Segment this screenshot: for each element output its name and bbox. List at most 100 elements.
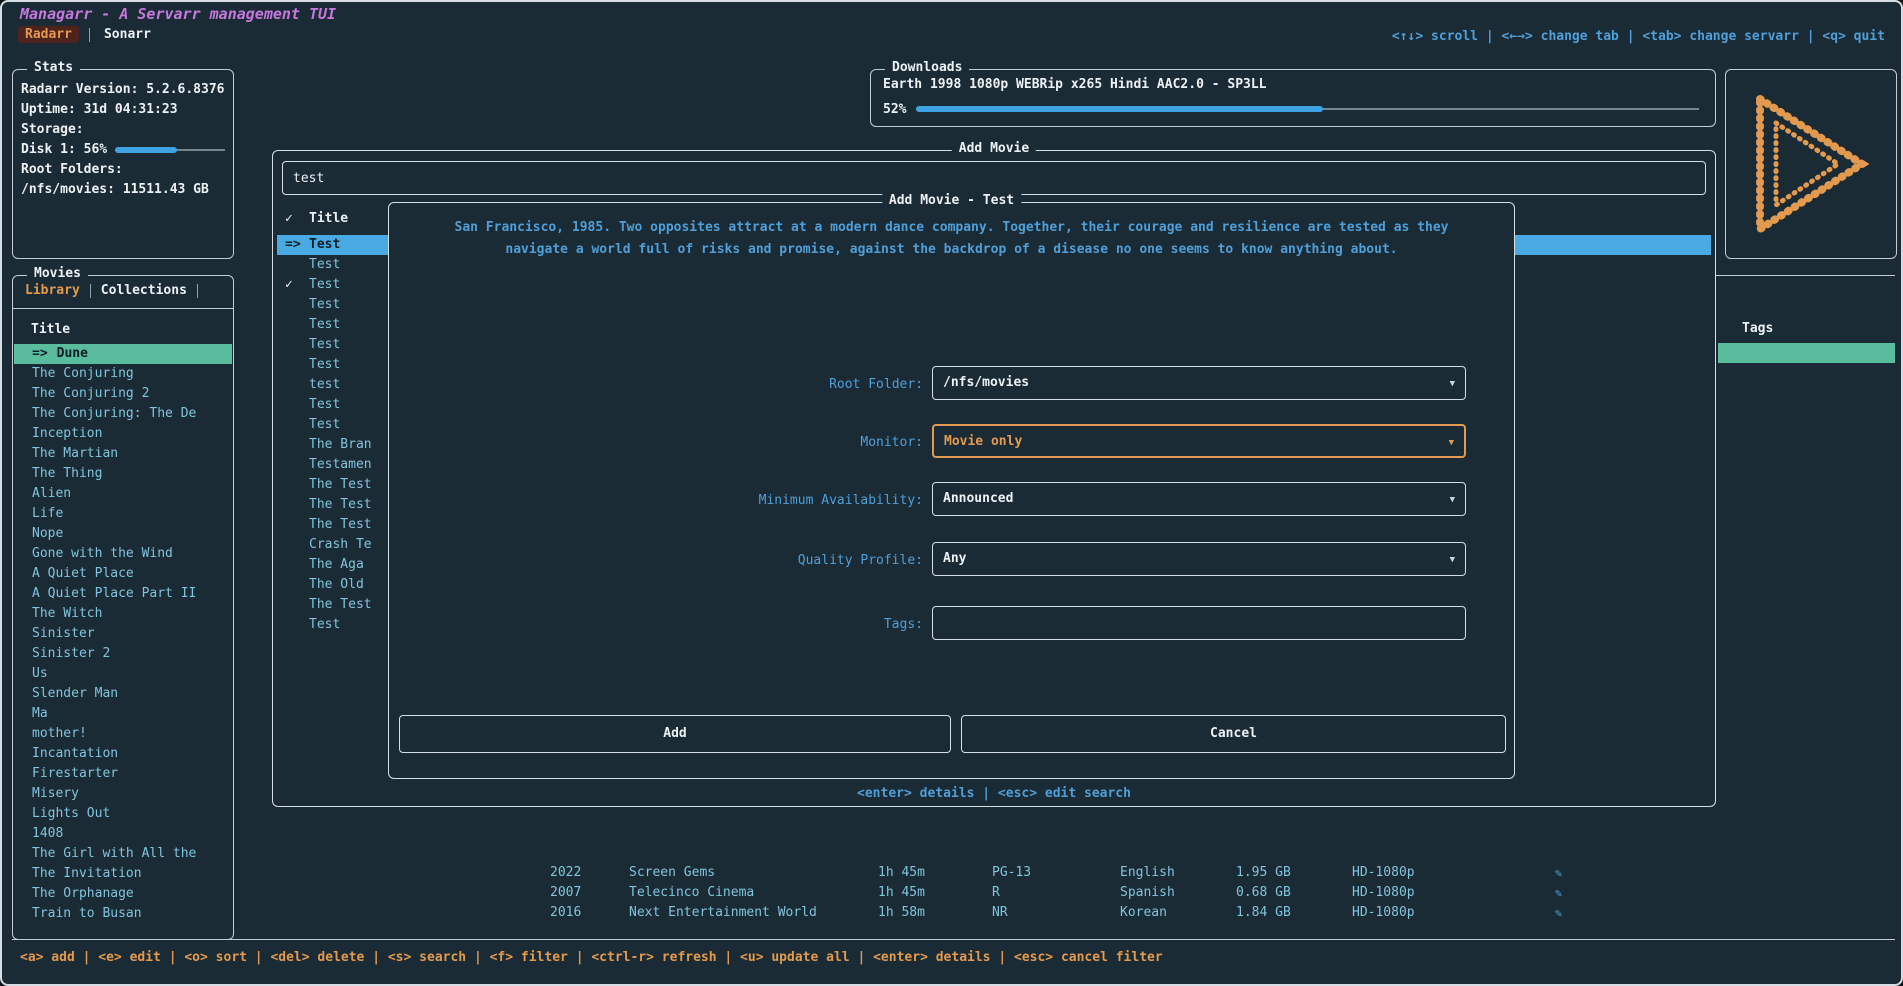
cell-certification: PG-13 [992,863,1120,883]
list-item[interactable]: => Dune [14,344,232,364]
check-icon [285,415,309,435]
top-keybinds-help: <↑↓> scroll | <←→> change tab | <tab> ch… [1392,29,1885,44]
list-item[interactable]: Misery [14,784,232,804]
cell-runtime: 1h 58m [878,903,992,923]
tab-radarr[interactable]: Radarr [18,26,79,43]
list-item[interactable]: Slender Man [14,684,232,704]
root-folder-size: /nfs/movies: 11511.43 GB [21,180,225,200]
list-item[interactable]: Ma [14,704,232,724]
logo-panel [1725,69,1897,259]
tab-library[interactable]: Library [25,283,80,298]
download-percent: 52% [883,102,906,117]
cell-size: 1.84 GB [1236,903,1352,923]
list-item[interactable]: The Conjuring 2 [14,384,232,404]
movie-title: Dune [57,346,88,361]
minimum-availability-value: Announced [943,483,1013,515]
table-row[interactable]: 2016 Next Entertainment World 1h 58m NR … [550,903,1562,923]
edit-icon: ✎ [1555,883,1562,903]
list-item[interactable]: The Thing [14,464,232,484]
list-item[interactable]: mother! [14,724,232,744]
movies-panel: Movies Library Collections Title =>Dune … [12,275,234,940]
list-item[interactable]: Alien [14,484,232,504]
list-item[interactable]: Us [14,664,232,684]
add-movie-popup-title: Add Movie [952,141,1036,156]
title-column-header: Title [31,322,70,337]
bottom-keybinds-help: <a> add | <e> edit | <o> sort | <del> de… [20,950,1163,965]
cell-size: 1.95 GB [1236,863,1352,883]
movie-overview: San Francisco, 1985. Two opposites attra… [452,217,1452,261]
check-icon [285,495,309,515]
movie-list: => Dune The Conjuring The Conjuring 2 The… [14,344,232,924]
disk-usage-label: Disk 1: 56% [21,140,107,160]
table-row[interactable]: 2022 Screen Gems 1h 45m PG-13 English 1.… [550,863,1562,883]
table-row[interactable]: 2007 Telecinco Cinema 1h 45m R Spanish 0… [550,883,1562,903]
root-folder-dropdown[interactable]: /nfs/movies ▼ [932,366,1466,400]
cell-language: Korean [1120,903,1236,923]
movie-search-input[interactable] [282,161,1706,195]
list-item[interactable]: Life [14,504,232,524]
add-button[interactable]: Add [399,715,951,753]
list-item[interactable]: A Quiet Place [14,564,232,584]
tab-separator [89,28,90,42]
check-icon [285,575,309,595]
list-item[interactable]: Incantation [14,744,232,764]
check-icon [285,615,309,635]
minimum-availability-dropdown[interactable]: Announced ▼ [932,482,1466,516]
stats-panel-title: Stats [27,60,80,75]
stats-panel: Stats Radarr Version: 5.2.6.8376 Uptime:… [12,69,234,259]
tags-label: Tags: [409,615,923,635]
chevron-down-icon: ▼ [1450,555,1455,565]
check-icon [285,555,309,575]
quality-profile-dropdown[interactable]: Any ▼ [932,542,1466,576]
monitor-dropdown[interactable]: Movie only ▼ [932,424,1466,458]
list-item[interactable]: The Martian [14,444,232,464]
downloads-panel-title: Downloads [885,60,969,75]
tags-input-box[interactable] [932,606,1466,640]
tab-collections[interactable]: Collections [101,283,187,298]
list-item[interactable]: The Witch [14,604,232,624]
list-item[interactable]: The Conjuring [14,364,232,384]
check-icon [285,375,309,395]
monitor-label: Monitor: [409,433,923,453]
divider [1716,275,1895,276]
cell-year: 2016 [550,903,629,923]
list-item[interactable]: Sinister [14,624,232,644]
cell-year: 2022 [550,863,629,883]
quality-profile-value: Any [943,543,966,575]
disk-usage-row: Disk 1: 56% [21,140,225,160]
storage-label: Storage: [21,120,225,140]
list-item[interactable]: A Quiet Place Part II [14,584,232,604]
tab-separator [90,284,91,298]
list-item[interactable]: The Girl with All the [14,844,232,864]
root-folder-label: Root Folder: [409,375,923,395]
chevron-down-icon: ▼ [1450,495,1455,505]
list-item[interactable]: Train to Busan [14,904,232,924]
list-item[interactable]: The Invitation [14,864,232,884]
check-icon [285,315,309,335]
check-icon [285,395,309,415]
list-item[interactable]: Inception [14,424,232,444]
cell-year: 2007 [550,883,629,903]
list-item[interactable]: 1408 [14,824,232,844]
check-icon [285,295,309,315]
cancel-button[interactable]: Cancel [961,715,1506,753]
list-item[interactable]: Firestarter [14,764,232,784]
list-item[interactable]: Lights Out [14,804,232,824]
downloads-panel: Downloads Earth 1998 1080p WEBRip x265 H… [870,69,1716,127]
edit-icon: ✎ [1555,863,1562,883]
list-item[interactable]: The Conjuring: The De [14,404,232,424]
monitor-value: Movie only [944,426,1022,458]
chevron-down-icon: ▼ [1450,379,1455,389]
check-icon [285,435,309,455]
list-item[interactable]: Nope [14,524,232,544]
cell-studio: Telecinco Cinema [629,883,878,903]
tab-sonarr[interactable]: Sonarr [100,27,155,42]
tags-input[interactable] [933,607,1465,639]
selection-arrow: => [32,346,48,361]
quality-profile-label: Quality Profile: [409,551,923,571]
list-item[interactable]: Gone with the Wind [14,544,232,564]
divider [12,939,1895,940]
add-movie-modal: Add Movie - Test San Francisco, 1985. Tw… [388,202,1515,779]
list-item[interactable]: The Orphanage [14,884,232,904]
list-item[interactable]: Sinister 2 [14,644,232,664]
